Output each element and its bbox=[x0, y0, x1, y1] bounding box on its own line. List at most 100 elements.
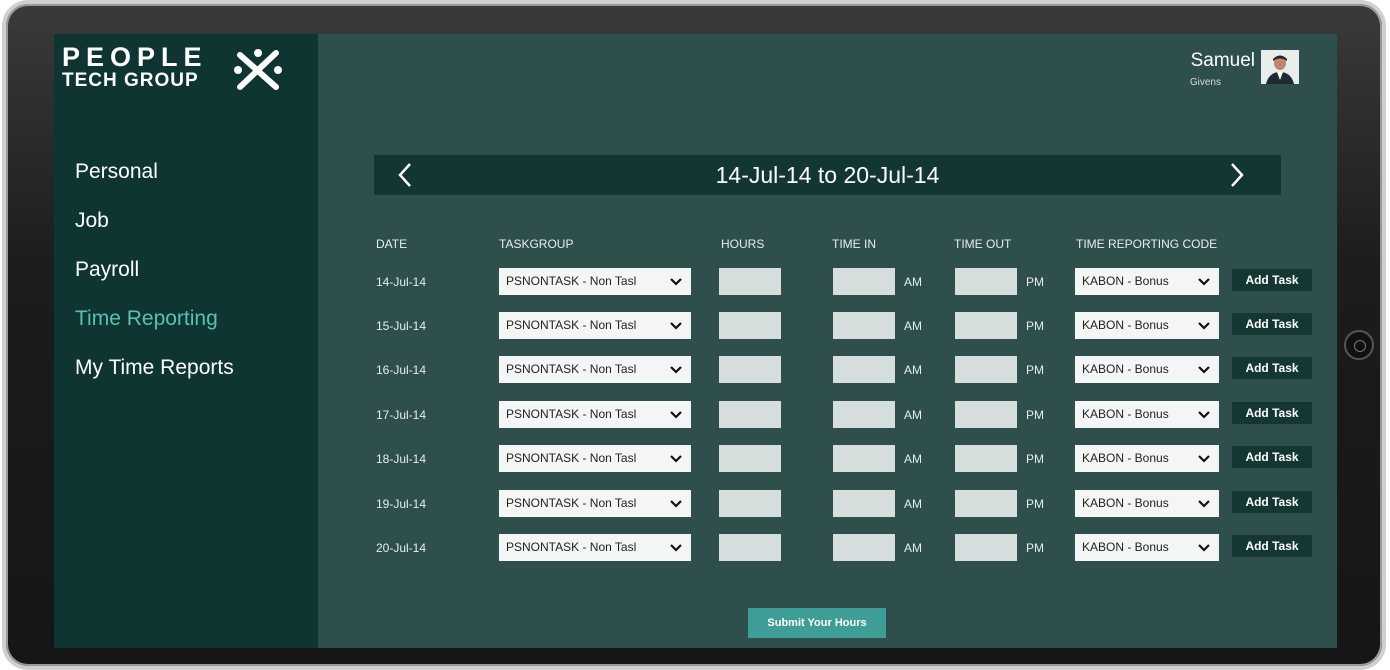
add-task-button[interactable]: Add Task bbox=[1232, 402, 1312, 424]
time-in-am-label: AM bbox=[904, 363, 922, 377]
time-reporting-code-value: KABON - Bonus bbox=[1082, 318, 1169, 332]
user-last-name: Givens bbox=[1189, 77, 1221, 88]
taskgroup-dropdown-toggle[interactable] bbox=[669, 356, 683, 383]
taskgroup-dropdown-toggle[interactable] bbox=[669, 268, 683, 295]
table-row: 20-Jul-14 PSNONTASK - Non Tasl AM PM KABON -… bbox=[54, 534, 1337, 562]
add-task-button[interactable]: Add Task bbox=[1232, 446, 1312, 468]
time-reporting-code-dropdown-toggle[interactable] bbox=[1197, 268, 1211, 295]
hours-input[interactable] bbox=[719, 490, 781, 517]
time-reporting-code-value: KABON - Bonus bbox=[1082, 362, 1169, 376]
column-header-date: DATE bbox=[376, 237, 408, 251]
time-out-pm-label: PM bbox=[1026, 275, 1044, 289]
tablet-home-button[interactable] bbox=[1344, 330, 1374, 360]
taskgroup-select[interactable]: PSNONTASK - Non Tasl bbox=[499, 268, 691, 295]
time-in-am-label: AM bbox=[904, 319, 922, 333]
column-header-time-reporting-code: TIME REPORTING CODE bbox=[1076, 237, 1218, 251]
time-reporting-code-dropdown-toggle[interactable] bbox=[1197, 401, 1211, 428]
hours-input[interactable] bbox=[719, 445, 781, 472]
time-out-input[interactable] bbox=[955, 401, 1017, 428]
column-header-time-out: TIME OUT bbox=[954, 237, 1012, 251]
taskgroup-dropdown-toggle[interactable] bbox=[669, 401, 683, 428]
taskgroup-value: PSNONTASK - Non Tasl bbox=[506, 540, 637, 554]
taskgroup-dropdown-toggle[interactable] bbox=[669, 312, 683, 339]
row-date: 14-Jul-14 bbox=[376, 275, 427, 289]
taskgroup-select[interactable]: PSNONTASK - Non Tasl bbox=[499, 401, 691, 428]
taskgroup-dropdown-toggle[interactable] bbox=[669, 490, 683, 517]
hours-input[interactable] bbox=[719, 312, 781, 339]
time-in-input[interactable] bbox=[833, 445, 895, 472]
time-in-input[interactable] bbox=[833, 534, 895, 561]
tablet-frame: PEOPLE TECH GROUP Personal Job Payroll Time… bbox=[6, 4, 1382, 666]
time-reporting-code-value: KABON - Bonus bbox=[1082, 540, 1169, 554]
row-date: 20-Jul-14 bbox=[376, 541, 427, 555]
time-reporting-code-select[interactable]: KABON - Bonus bbox=[1075, 490, 1219, 517]
people-tech-group-logo: PEOPLE TECH GROUP bbox=[62, 44, 282, 90]
time-reporting-code-select[interactable]: KABON - Bonus bbox=[1075, 401, 1219, 428]
time-reporting-code-select[interactable]: KABON - Bonus bbox=[1075, 268, 1219, 295]
sidebar-item-job[interactable]: Job bbox=[75, 207, 234, 256]
taskgroup-value: PSNONTASK - Non Tasl bbox=[506, 496, 637, 510]
add-task-button[interactable]: Add Task bbox=[1232, 313, 1312, 335]
add-task-button[interactable]: Add Task bbox=[1232, 535, 1312, 557]
chevron-down-icon bbox=[1198, 499, 1210, 508]
time-in-input[interactable] bbox=[833, 356, 895, 383]
taskgroup-dropdown-toggle[interactable] bbox=[669, 445, 683, 472]
chevron-down-icon bbox=[670, 499, 682, 508]
time-reporting-code-select[interactable]: KABON - Bonus bbox=[1075, 445, 1219, 472]
row-date: 19-Jul-14 bbox=[376, 497, 427, 511]
taskgroup-select[interactable]: PSNONTASK - Non Tasl bbox=[499, 312, 691, 339]
previous-week-button[interactable] bbox=[385, 155, 425, 195]
time-reporting-code-value: KABON - Bonus bbox=[1082, 496, 1169, 510]
time-reporting-code-value: KABON - Bonus bbox=[1082, 451, 1169, 465]
time-reporting-code-select[interactable]: KABON - Bonus bbox=[1075, 356, 1219, 383]
taskgroup-dropdown-toggle[interactable] bbox=[669, 534, 683, 561]
time-reporting-code-dropdown-toggle[interactable] bbox=[1197, 534, 1211, 561]
hours-input[interactable] bbox=[719, 534, 781, 561]
table-row: 16-Jul-14 PSNONTASK - Non Tasl AM PM KABON -… bbox=[54, 356, 1337, 384]
week-range-label: 14-Jul-14 to 20-Jul-14 bbox=[715, 162, 940, 188]
time-reporting-code-select[interactable]: KABON - Bonus bbox=[1075, 312, 1219, 339]
time-reporting-code-dropdown-toggle[interactable] bbox=[1197, 356, 1211, 383]
hours-input[interactable] bbox=[719, 401, 781, 428]
column-header-time-in: TIME IN bbox=[832, 237, 876, 251]
sidebar-item-personal[interactable]: Personal bbox=[75, 158, 234, 207]
table-row: 17-Jul-14 PSNONTASK - Non Tasl AM PM KABON -… bbox=[54, 401, 1337, 429]
chevron-down-icon bbox=[1198, 454, 1210, 463]
time-in-am-label: AM bbox=[904, 497, 922, 511]
time-in-input[interactable] bbox=[833, 268, 895, 295]
add-task-button[interactable]: Add Task bbox=[1232, 269, 1312, 291]
table-row: 19-Jul-14 PSNONTASK - Non Tasl AM PM KABON -… bbox=[54, 490, 1337, 518]
taskgroup-value: PSNONTASK - Non Tasl bbox=[506, 274, 637, 288]
time-out-input[interactable] bbox=[955, 312, 1017, 339]
time-in-input[interactable] bbox=[833, 312, 895, 339]
time-in-am-label: AM bbox=[904, 452, 922, 466]
next-week-button[interactable] bbox=[1217, 155, 1257, 195]
hours-input[interactable] bbox=[719, 268, 781, 295]
time-reporting-code-dropdown-toggle[interactable] bbox=[1197, 312, 1211, 339]
time-reporting-code-dropdown-toggle[interactable] bbox=[1197, 490, 1211, 517]
time-out-input[interactable] bbox=[955, 534, 1017, 561]
chevron-down-icon bbox=[670, 365, 682, 374]
add-task-button[interactable]: Add Task bbox=[1232, 491, 1312, 513]
submit-hours-button[interactable]: Submit Your Hours bbox=[748, 608, 886, 638]
chevron-down-icon bbox=[1198, 410, 1210, 419]
time-out-input[interactable] bbox=[955, 268, 1017, 295]
taskgroup-select[interactable]: PSNONTASK - Non Tasl bbox=[499, 490, 691, 517]
taskgroup-value: PSNONTASK - Non Tasl bbox=[506, 318, 637, 332]
time-out-input[interactable] bbox=[955, 356, 1017, 383]
time-in-input[interactable] bbox=[833, 490, 895, 517]
time-out-input[interactable] bbox=[955, 490, 1017, 517]
table-row: 18-Jul-14 PSNONTASK - Non Tasl AM PM KABON -… bbox=[54, 445, 1337, 473]
time-in-input[interactable] bbox=[833, 401, 895, 428]
taskgroup-value: PSNONTASK - Non Tasl bbox=[506, 451, 637, 465]
column-header-taskgroup: TASKGROUP bbox=[499, 237, 574, 251]
hours-input[interactable] bbox=[719, 356, 781, 383]
taskgroup-select[interactable]: PSNONTASK - Non Tasl bbox=[499, 356, 691, 383]
time-reporting-code-dropdown-toggle[interactable] bbox=[1197, 445, 1211, 472]
time-reporting-code-select[interactable]: KABON - Bonus bbox=[1075, 534, 1219, 561]
time-out-pm-label: PM bbox=[1026, 541, 1044, 555]
taskgroup-select[interactable]: PSNONTASK - Non Tasl bbox=[499, 445, 691, 472]
add-task-button[interactable]: Add Task bbox=[1232, 357, 1312, 379]
time-out-input[interactable] bbox=[955, 445, 1017, 472]
taskgroup-select[interactable]: PSNONTASK - Non Tasl bbox=[499, 534, 691, 561]
